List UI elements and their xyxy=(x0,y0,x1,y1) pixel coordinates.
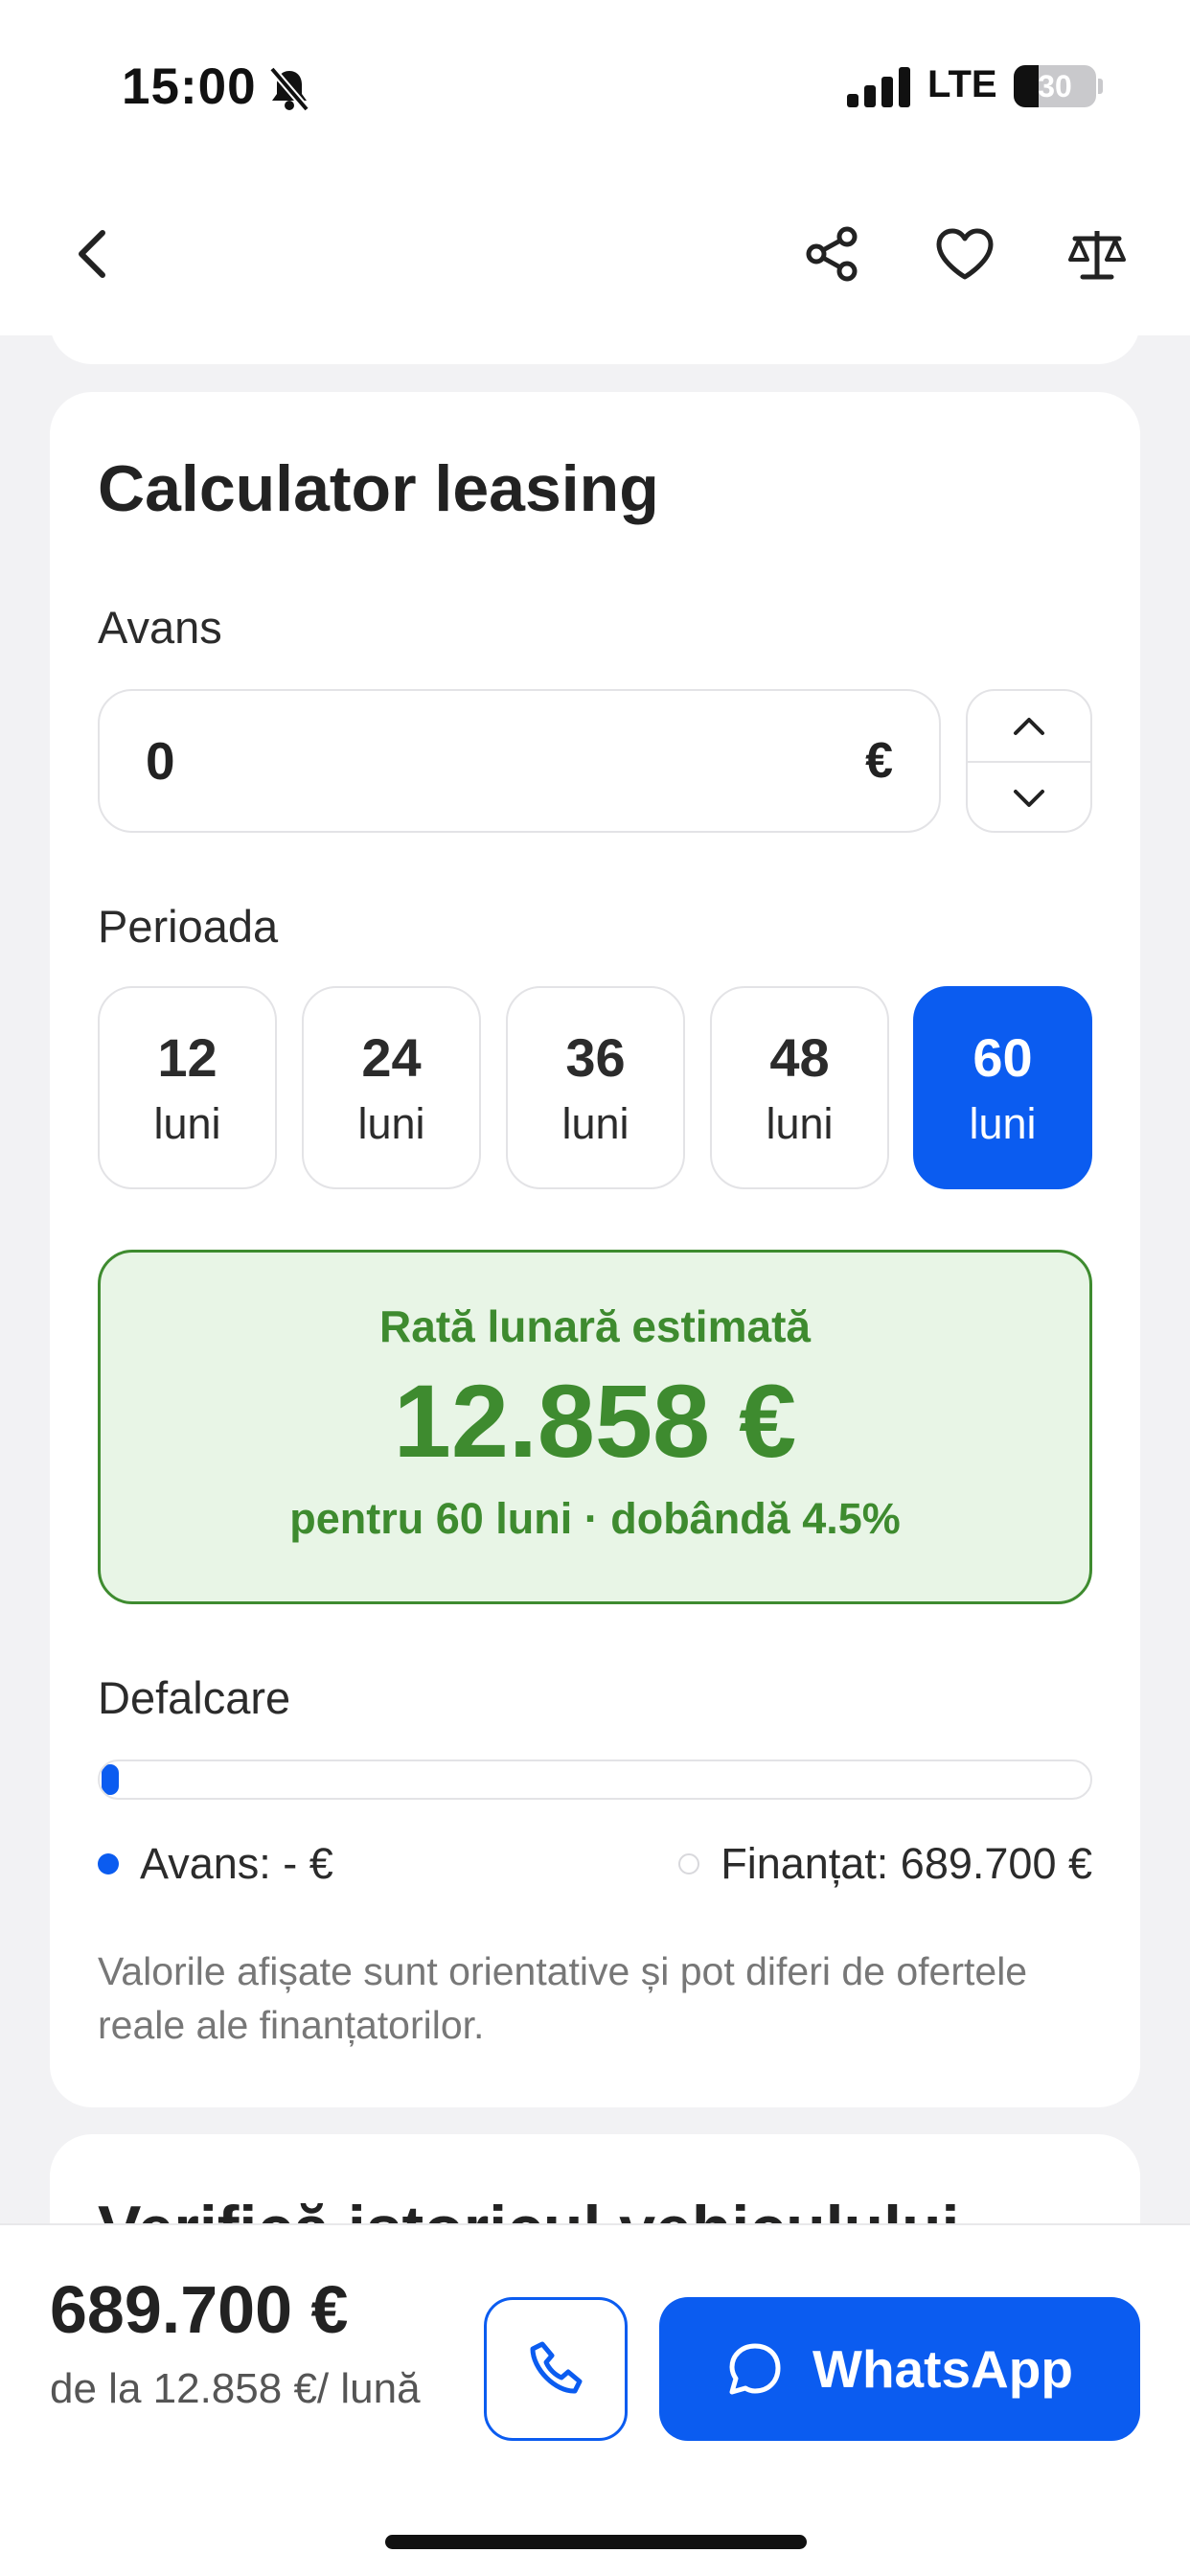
period-unit: luni xyxy=(766,1099,834,1148)
legend-dot-finantat xyxy=(678,1853,700,1874)
rate-subtitle: pentru 60 luni · dobândă 4.5% xyxy=(289,1494,901,1543)
period-option-12[interactable]: 12 luni xyxy=(98,986,277,1189)
rate-label: Rată lunară estimată xyxy=(379,1301,811,1351)
signal-icon xyxy=(847,67,910,107)
legend-finantat: Finanțat: 689.700 € xyxy=(678,1839,1092,1889)
avans-stepper xyxy=(966,689,1092,833)
period-number: 48 xyxy=(769,1027,830,1088)
avans-value: 0 xyxy=(146,731,175,791)
compare-button[interactable] xyxy=(1054,211,1140,297)
legend-avans-text: Avans: - € xyxy=(140,1839,333,1888)
top-nav-bar xyxy=(0,172,1190,335)
whatsapp-button[interactable]: WhatsApp xyxy=(659,2297,1140,2441)
share-button[interactable] xyxy=(789,211,875,297)
legend-dot-avans xyxy=(98,1853,119,1874)
phone-icon xyxy=(530,2341,583,2394)
call-button[interactable] xyxy=(484,2297,628,2441)
back-button[interactable] xyxy=(50,211,136,297)
period-unit: luni xyxy=(357,1099,425,1148)
period-unit: luni xyxy=(153,1099,221,1148)
compare-scale-icon xyxy=(1068,231,1126,280)
monthly-rate-result: Rată lunară estimată 12.858 € pentru 60 … xyxy=(98,1250,1092,1604)
battery-icon: 30 xyxy=(1014,65,1096,107)
period-number: 60 xyxy=(973,1027,1033,1088)
breakdown-label: Defalcare xyxy=(98,1672,291,1723)
home-indicator xyxy=(385,2535,807,2549)
legend-avans: Avans: - € xyxy=(98,1839,333,1889)
previous-card-edge xyxy=(50,316,1140,364)
increment-button[interactable] xyxy=(968,691,1090,761)
back-icon xyxy=(79,230,105,278)
favorite-button[interactable] xyxy=(922,211,1008,297)
status-bar: 15:00 LTE 30 xyxy=(0,0,1190,172)
period-number: 12 xyxy=(157,1027,217,1088)
share-icon xyxy=(806,226,858,282)
bell-muted-icon xyxy=(268,66,310,112)
monthly-from: de la 12.858 €/ lună xyxy=(50,2365,421,2412)
heart-icon xyxy=(936,228,994,280)
period-number: 24 xyxy=(361,1027,422,1088)
currency-symbol: € xyxy=(865,733,893,789)
period-number: 36 xyxy=(565,1027,626,1088)
chevron-up-icon xyxy=(1014,717,1044,735)
period-option-60[interactable]: 60 luni xyxy=(913,986,1092,1189)
bottom-action-bar: 689.700 € de la 12.858 €/ lună WhatsApp xyxy=(0,2223,1190,2576)
breakdown-bar-avans-fill xyxy=(102,1764,119,1795)
period-label: Perioada xyxy=(98,901,279,952)
period-option-36[interactable]: 36 luni xyxy=(506,986,685,1189)
battery-level: 30 xyxy=(1038,69,1072,104)
avans-label: Avans xyxy=(98,602,222,653)
battery-nub xyxy=(1098,79,1103,94)
whatsapp-label: WhatsApp xyxy=(812,2339,1073,2399)
network-type: LTE xyxy=(927,63,997,105)
leasing-calculator-card: Calculator leasing Avans 0 € Perioada 12… xyxy=(50,392,1140,2107)
period-unit: luni xyxy=(969,1099,1037,1148)
period-option-48[interactable]: 48 luni xyxy=(710,986,889,1189)
chat-bubble-icon xyxy=(729,2343,781,2395)
status-time: 15:00 xyxy=(122,58,257,115)
chevron-down-icon xyxy=(1014,789,1044,807)
total-price: 689.700 € xyxy=(50,2272,349,2347)
rate-value: 12.858 € xyxy=(393,1363,797,1479)
breakdown-bar xyxy=(98,1760,1092,1800)
period-option-24[interactable]: 24 luni xyxy=(302,986,481,1189)
legend-finantat-text: Finanțat: 689.700 € xyxy=(721,1839,1092,1888)
avans-input[interactable]: 0 € xyxy=(98,689,941,833)
calculator-title: Calculator leasing xyxy=(98,452,659,525)
period-unit: luni xyxy=(561,1099,629,1148)
decrement-button[interactable] xyxy=(968,763,1090,831)
disclaimer-note: Valorile afișate sunt orientative și pot… xyxy=(98,1949,1028,2047)
